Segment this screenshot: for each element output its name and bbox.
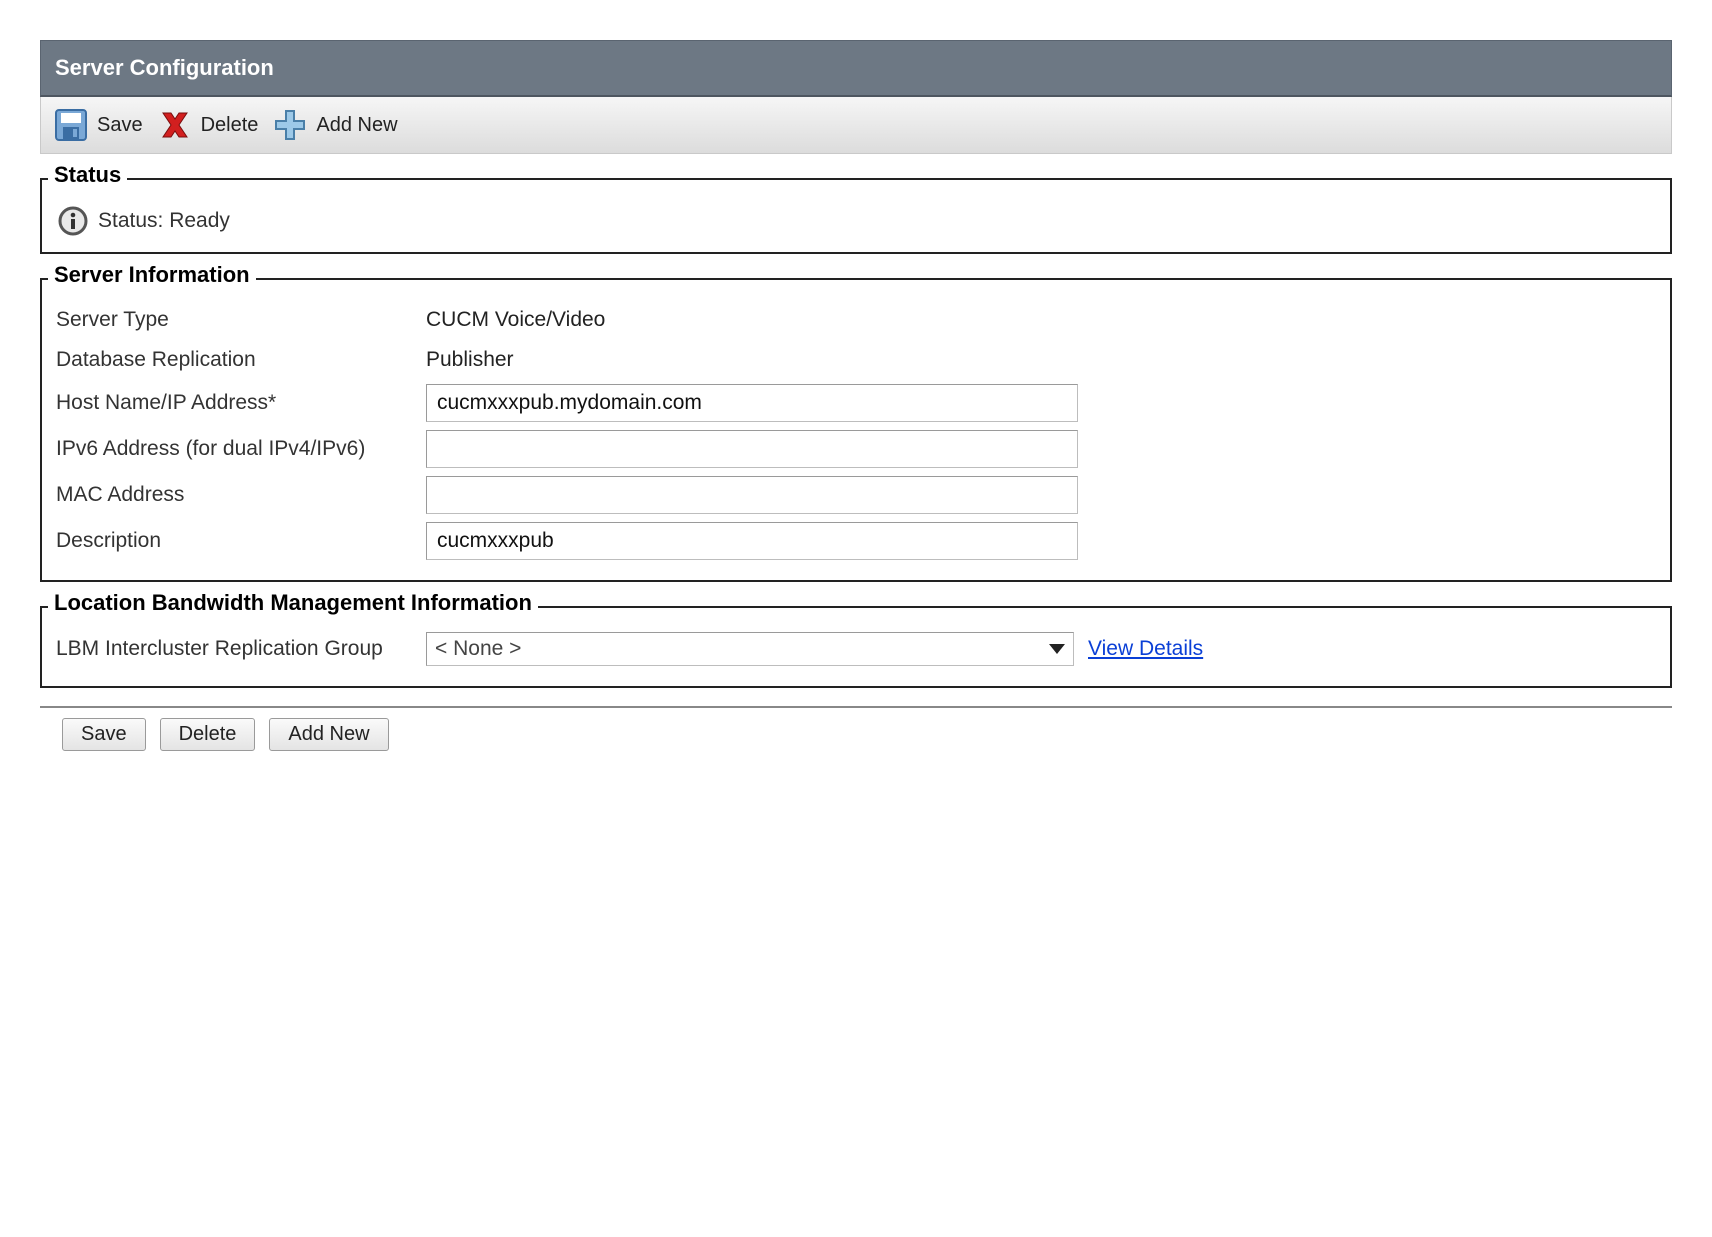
label-server-type: Server Type [56,304,426,336]
lbm-group: Location Bandwidth Management Informatio… [40,606,1672,688]
info-icon [58,206,88,236]
add-new-button-bottom[interactable]: Add New [269,718,388,751]
delete-button[interactable]: Delete [157,107,259,143]
server-info-group: Server Information Server Type CUCM Voic… [40,278,1672,582]
status-group: Status Status: Ready [40,178,1672,254]
delete-icon [157,107,193,143]
lbm-group-selected: < None > [435,637,521,661]
label-mac: MAC Address [56,479,426,511]
status-row: Status: Ready [56,200,1656,236]
ipv6-input[interactable] [426,430,1078,468]
page-title: Server Configuration [55,55,274,80]
row-hostname: Host Name/IP Address* [56,380,1656,426]
save-icon [53,107,89,143]
lbm-group-select[interactable]: < None > [426,632,1074,666]
delete-button-bottom[interactable]: Delete [160,718,256,751]
add-new-button[interactable]: Add New [272,107,397,143]
row-ipv6: IPv6 Address (for dual IPv4/IPv6) [56,426,1656,472]
title-bar: Server Configuration [40,40,1672,97]
save-button[interactable]: Save [53,107,143,143]
plus-icon [272,107,308,143]
row-description: Description [56,518,1656,564]
chevron-down-icon [1049,644,1065,654]
label-description: Description [56,525,426,557]
value-server-type: CUCM Voice/Video [426,304,1066,336]
row-mac: MAC Address [56,472,1656,518]
row-db-replication: Database Replication Publisher [56,340,1656,380]
row-server-type: Server Type CUCM Voice/Video [56,300,1656,340]
label-hostname: Host Name/IP Address* [56,387,426,419]
server-info-legend: Server Information [48,262,256,288]
description-input[interactable] [426,522,1078,560]
value-db-replication: Publisher [426,344,1066,376]
hostname-input[interactable] [426,384,1078,422]
lbm-legend: Location Bandwidth Management Informatio… [48,590,538,616]
view-details-link[interactable]: View Details [1088,637,1203,661]
mac-input[interactable] [426,476,1078,514]
status-text: Status: Ready [98,209,230,233]
row-lbm-group: LBM Intercluster Replication Group < Non… [56,628,1656,670]
label-ipv6: IPv6 Address (for dual IPv4/IPv6) [56,433,426,465]
label-db-replication: Database Replication [56,344,426,376]
delete-button-label: Delete [201,114,259,137]
save-button-label: Save [97,114,143,137]
bottom-button-bar: Save Delete Add New [40,706,1672,775]
status-legend: Status [48,162,127,188]
toolbar: Save Delete Add New [40,97,1672,154]
label-lbm-group: LBM Intercluster Replication Group [56,633,426,665]
add-new-button-label: Add New [316,114,397,137]
page-root: Server Configuration Save Delete [0,0,1712,775]
save-button-bottom[interactable]: Save [62,718,146,751]
